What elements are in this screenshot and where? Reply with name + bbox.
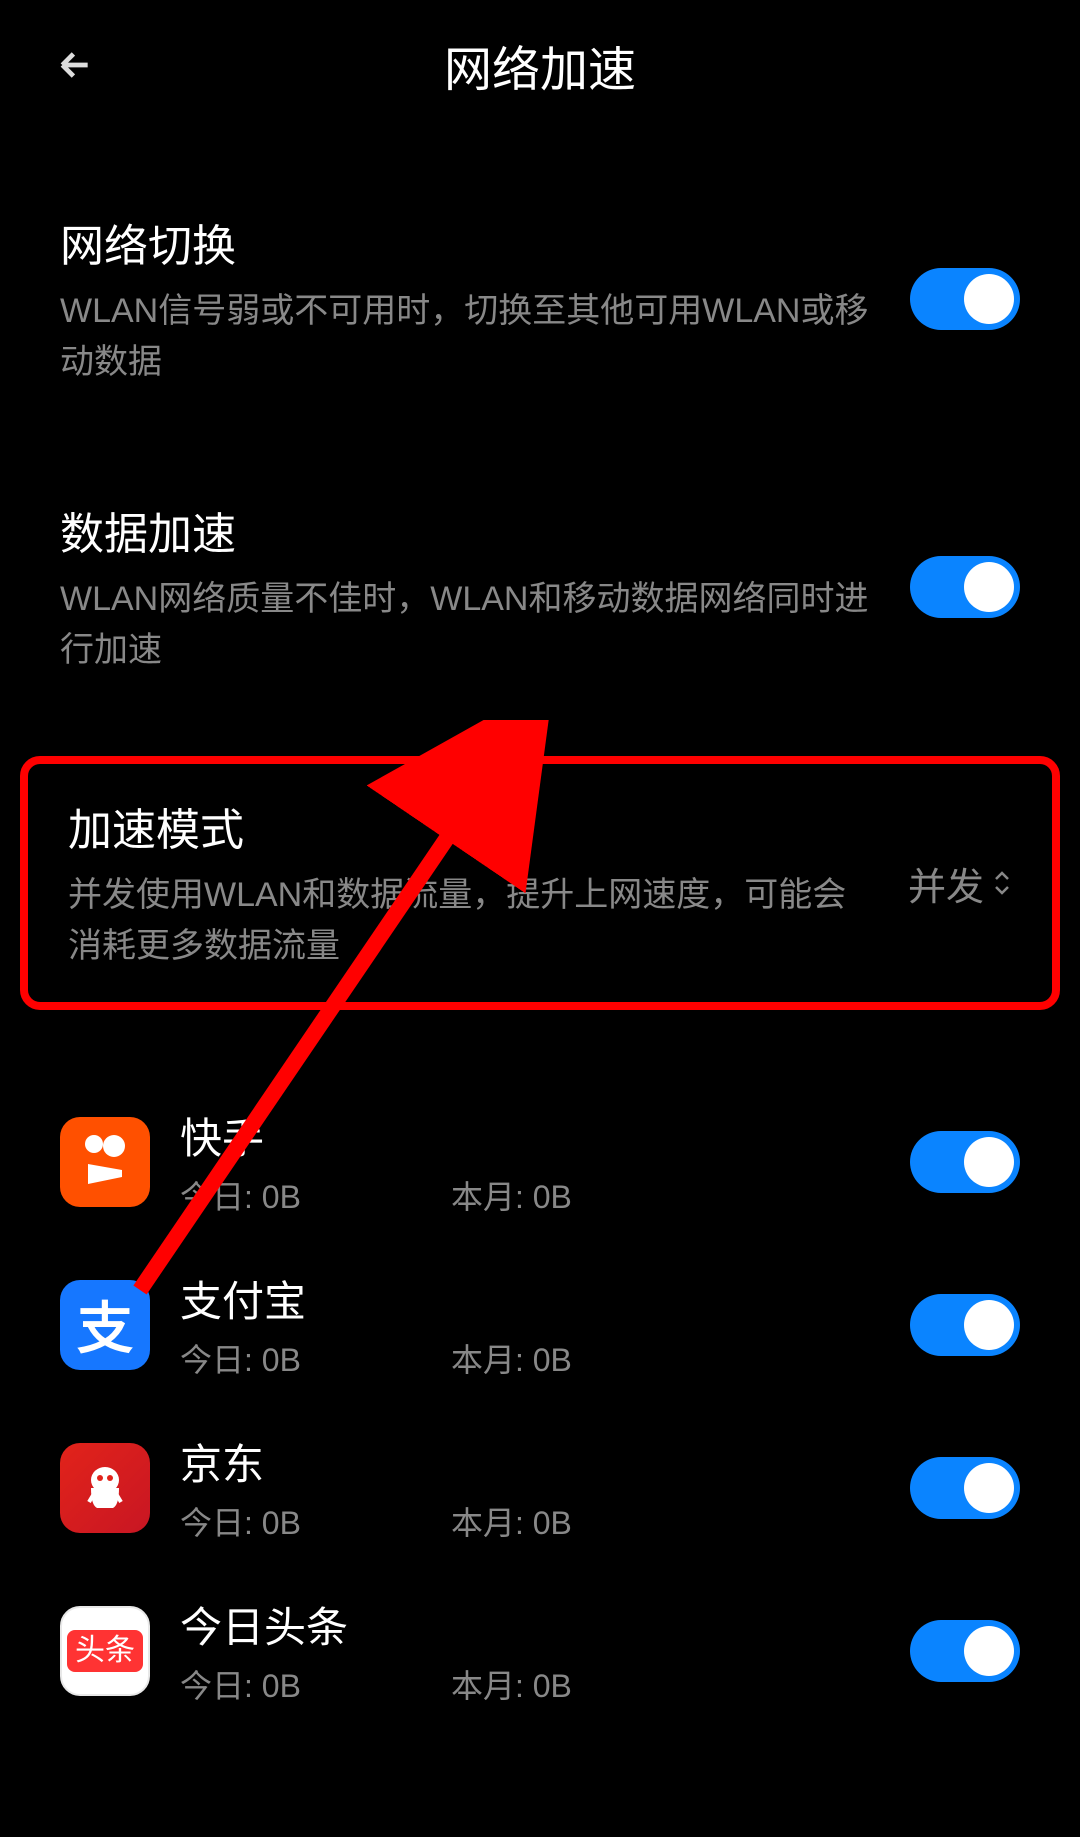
- toggle-knob: [964, 1300, 1014, 1350]
- toggle-knob: [964, 1626, 1014, 1676]
- app-toggle[interactable]: [910, 1620, 1020, 1682]
- app-toggle[interactable]: [910, 1131, 1020, 1193]
- toggle-knob: [964, 562, 1014, 612]
- app-toggle[interactable]: [910, 1294, 1020, 1356]
- chevron-updown-icon: [992, 870, 1012, 896]
- app-row-toutiao[interactable]: 头条 今日头条 今日: 0B 本月: 0B: [0, 1569, 1080, 1732]
- app-today-usage: 今日: 0B: [180, 1498, 301, 1544]
- setting-description: WLAN网络质量不佳时，WLAN和移动数据网络同时进行加速: [60, 574, 870, 676]
- app-row-kuaishou[interactable]: 快手 今日: 0B 本月: 0B: [0, 1080, 1080, 1243]
- page-title: 网络加速: [444, 30, 636, 100]
- setting-description: 并发使用WLAN和数据流量，提升上网速度，可能会消耗更多数据流量: [68, 870, 868, 972]
- toggle-knob: [964, 274, 1014, 324]
- setting-description: WLAN信号弱或不可用时，切换至其他可用WLAN或移动数据: [60, 286, 870, 388]
- app-today-usage: 今日: 0B: [180, 1172, 301, 1218]
- app-name: 快手: [180, 1105, 880, 1166]
- app-row-jd[interactable]: 京东 今日: 0B 本月: 0B: [0, 1406, 1080, 1569]
- app-name: 支付宝: [180, 1268, 880, 1329]
- network-switch-toggle[interactable]: [910, 268, 1020, 330]
- app-name: 京东: [180, 1431, 880, 1492]
- app-list: 快手 今日: 0B 本月: 0B 支 支付宝 今日: 0B 本月: 0B: [0, 1030, 1080, 1732]
- setting-title: 加速模式: [68, 794, 868, 858]
- back-button[interactable]: [50, 40, 100, 90]
- app-row-alipay[interactable]: 支 支付宝 今日: 0B 本月: 0B: [0, 1243, 1080, 1406]
- data-accel-setting[interactable]: 数据加速 WLAN网络质量不佳时，WLAN和移动数据网络同时进行加速: [0, 468, 1080, 706]
- network-switch-setting[interactable]: 网络切换 WLAN信号弱或不可用时，切换至其他可用WLAN或移动数据: [0, 180, 1080, 418]
- app-today-usage: 今日: 0B: [180, 1661, 301, 1707]
- accel-mode-setting[interactable]: 加速模式 并发使用WLAN和数据流量，提升上网速度，可能会消耗更多数据流量 并发: [20, 756, 1060, 1010]
- app-today-usage: 今日: 0B: [180, 1335, 301, 1381]
- app-month-usage: 本月: 0B: [451, 1172, 572, 1218]
- toutiao-icon: 头条: [60, 1606, 150, 1696]
- alipay-icon: 支: [60, 1280, 150, 1370]
- app-month-usage: 本月: 0B: [451, 1335, 572, 1381]
- setting-title: 数据加速: [60, 498, 870, 562]
- toggle-knob: [964, 1137, 1014, 1187]
- mode-value-text: 并发: [908, 856, 984, 911]
- jd-icon: [60, 1443, 150, 1533]
- toggle-knob: [964, 1463, 1014, 1513]
- data-accel-toggle[interactable]: [910, 556, 1020, 618]
- app-month-usage: 本月: 0B: [451, 1661, 572, 1707]
- app-month-usage: 本月: 0B: [451, 1498, 572, 1544]
- kuaishou-icon: [60, 1117, 150, 1207]
- header-bar: 网络加速: [0, 0, 1080, 120]
- setting-title: 网络切换: [60, 210, 870, 274]
- accel-mode-value-selector[interactable]: 并发: [908, 856, 1012, 911]
- app-toggle[interactable]: [910, 1457, 1020, 1519]
- arrow-left-icon: [56, 46, 94, 84]
- app-name: 今日头条: [180, 1594, 880, 1655]
